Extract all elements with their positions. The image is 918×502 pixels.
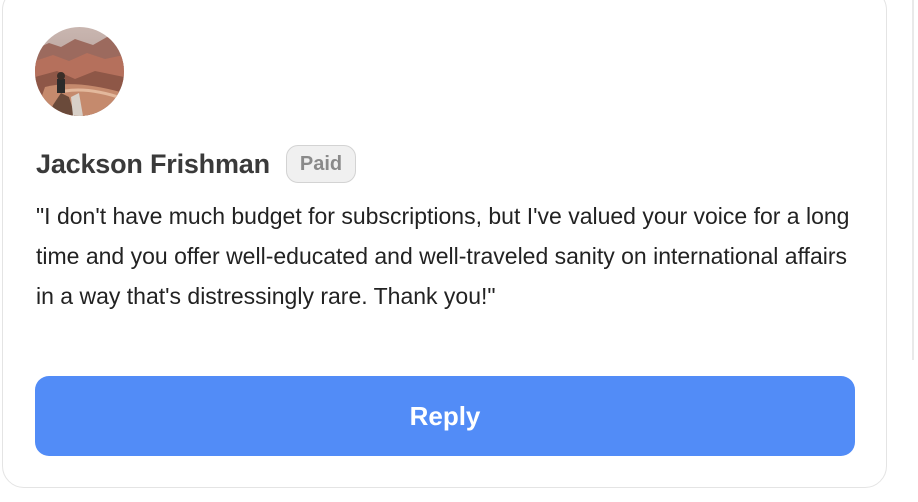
reply-button[interactable]: Reply — [35, 376, 855, 456]
paid-badge: Paid — [285, 145, 357, 183]
adjacent-card-edge — [912, 0, 914, 360]
avatar[interactable] — [35, 27, 124, 116]
author-name[interactable]: Jackson Frishman — [36, 149, 270, 180]
canyon-photo-icon — [35, 27, 124, 116]
comment-text: "I don't have much budget for subscripti… — [36, 203, 850, 309]
comment-header: Jackson Frishman Paid — [36, 142, 357, 186]
